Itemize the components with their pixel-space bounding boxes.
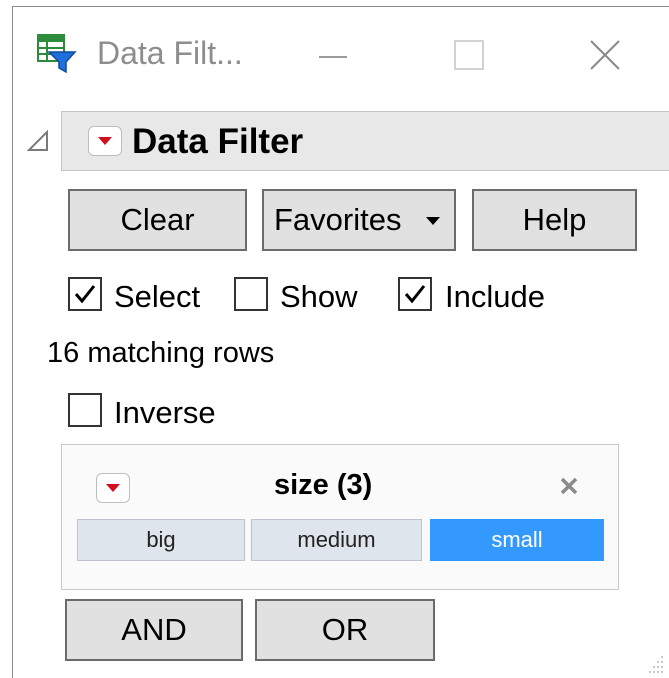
title-bar[interactable]: Data Filt... (13, 7, 669, 99)
clear-button[interactable]: Clear (68, 189, 247, 251)
column-filter-panel: size (3) big medium small (61, 444, 619, 590)
favorites-label: Favorites (274, 202, 402, 237)
maximize-icon (454, 40, 484, 70)
close-button[interactable] (573, 25, 637, 85)
help-button[interactable]: Help (472, 189, 637, 251)
checkmark-icon (74, 285, 96, 304)
include-label: Include (445, 279, 545, 314)
minimize-button[interactable] (301, 25, 365, 85)
filter-menu-triangle-icon[interactable] (96, 473, 130, 503)
show-checkbox[interactable] (234, 277, 268, 311)
inverse-checkbox[interactable] (68, 393, 102, 427)
inverse-label: Inverse (114, 395, 216, 430)
resize-grip-icon[interactable] (641, 650, 667, 676)
level-medium[interactable]: medium (251, 519, 422, 561)
maximize-button[interactable] (437, 25, 501, 85)
outline-collapse-icon[interactable] (27, 130, 49, 152)
include-checkbox[interactable] (398, 277, 432, 311)
level-big[interactable]: big (77, 519, 245, 561)
select-label: Select (114, 279, 201, 314)
data-filter-window: Data Filt... Data Filter Clear Favorites (12, 6, 669, 678)
level-small[interactable]: small (430, 519, 604, 561)
or-button[interactable]: OR (255, 599, 435, 661)
favorites-button[interactable]: Favorites (262, 189, 456, 251)
data-filter-app-icon (37, 34, 77, 74)
red-triangle-menu-icon[interactable] (88, 126, 122, 156)
dropdown-arrow-icon (426, 217, 440, 225)
minimize-icon (319, 56, 347, 58)
close-icon (590, 40, 620, 70)
window-title: Data Filt... (97, 35, 243, 71)
and-button[interactable]: AND (65, 599, 243, 661)
matching-rows-count: 16 matching rows (47, 337, 275, 369)
show-label: Show (280, 279, 358, 314)
select-checkbox[interactable] (68, 277, 102, 311)
remove-filter-icon[interactable] (554, 471, 584, 501)
checkmark-icon (404, 285, 426, 304)
panel-title: Data Filter (132, 122, 304, 161)
filter-column-title: size (3) (274, 469, 373, 501)
outline-header: Data Filter (61, 111, 669, 171)
